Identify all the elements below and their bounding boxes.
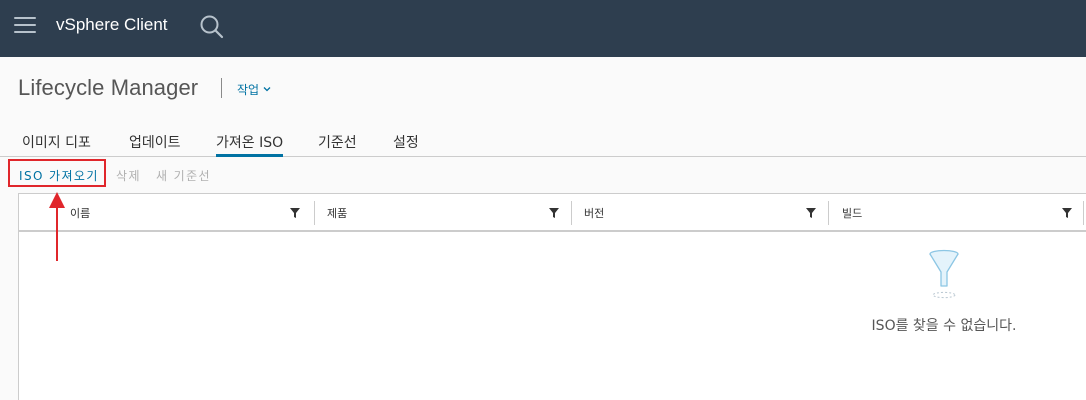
tab-updates[interactable]: 업데이트: [129, 132, 181, 157]
filter-icon[interactable]: [806, 208, 816, 218]
tab-image-depot[interactable]: 이미지 디포: [22, 132, 91, 157]
page-title: Lifecycle Manager: [18, 75, 199, 100]
column-separator[interactable]: [571, 201, 572, 225]
top-header: vSphere Client: [0, 0, 1086, 57]
actions-menu-label: 작업: [237, 83, 260, 97]
funnel-icon: [929, 249, 959, 299]
tab-settings[interactable]: 설정: [393, 132, 419, 157]
column-header-version[interactable]: 버전: [584, 205, 604, 221]
column-header-build[interactable]: 빌드: [842, 205, 862, 221]
actions-menu[interactable]: 작업: [237, 81, 271, 98]
page-content: Lifecycle Manager 작업 이미지 디포 업데이트 가져온 ISO…: [0, 57, 1086, 400]
chevron-down-icon: [263, 87, 271, 92]
column-separator[interactable]: [314, 201, 315, 225]
hamburger-menu-icon[interactable]: [14, 16, 36, 34]
delete-button[interactable]: 삭제: [116, 167, 141, 184]
title-divider: [221, 78, 222, 98]
empty-state: ISO를 찾을 수 없습니다.: [839, 248, 1049, 348]
import-iso-button[interactable]: ISO 가져오기: [19, 167, 99, 184]
tab-imported-isos[interactable]: 가져온 ISO: [216, 132, 284, 157]
filter-icon[interactable]: [549, 208, 559, 218]
tab-bar: 이미지 디포 업데이트 가져온 ISO 기준선 설정: [0, 128, 1086, 157]
annotation-arrow-icon: [49, 192, 65, 261]
tab-baselines[interactable]: 기준선: [318, 132, 357, 157]
grid-header: 이름 제품 버전 빌드: [19, 194, 1086, 232]
app-title: vSphere Client: [56, 15, 168, 34]
column-separator[interactable]: [1083, 201, 1084, 225]
column-separator[interactable]: [828, 201, 829, 225]
filter-icon[interactable]: [290, 208, 300, 218]
column-header-name[interactable]: 이름: [70, 205, 90, 221]
iso-datagrid: 이름 제품 버전 빌드 ISO를 찾을 수 없습니다.: [18, 193, 1086, 400]
search-icon[interactable]: [199, 14, 225, 40]
new-baseline-button[interactable]: 새 기준선: [156, 167, 211, 184]
toolbar: ISO 가져오기 삭제 새 기준선: [0, 157, 1086, 193]
empty-state-message: ISO를 찾을 수 없습니다.: [871, 318, 1017, 334]
filter-icon[interactable]: [1062, 208, 1072, 218]
column-header-product[interactable]: 제품: [327, 205, 347, 221]
